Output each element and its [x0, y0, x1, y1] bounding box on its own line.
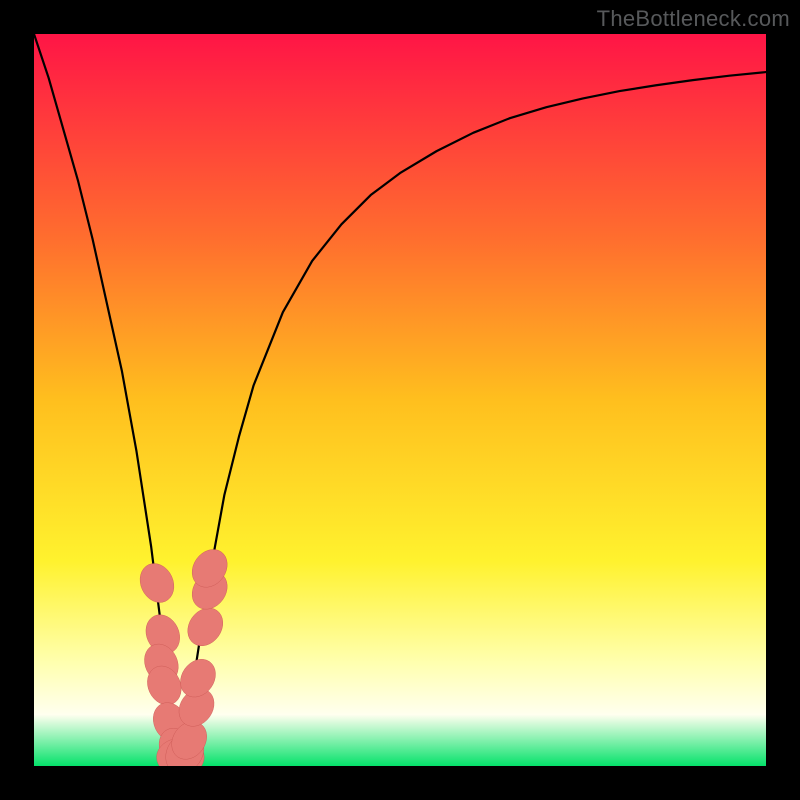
- watermark-text: TheBottleneck.com: [597, 6, 790, 32]
- gradient-background: [34, 34, 766, 766]
- plot-area: [34, 34, 766, 766]
- chart-frame: TheBottleneck.com: [0, 0, 800, 800]
- bottleneck-curve-chart: [34, 34, 766, 766]
